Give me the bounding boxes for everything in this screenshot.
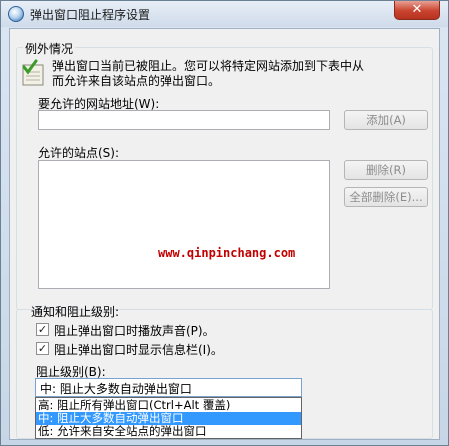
close-icon: ✕ [411, 2, 423, 17]
title-bar[interactable]: 弹出窗口阻止程序设置 ✕ [1, 1, 448, 27]
play-sound-label: 阻止弹出窗口时播放声音(P)。 [54, 324, 215, 338]
notification-legend: 通知和阻止级别: [31, 305, 120, 319]
blocking-level-selected: 中: 阻止大多数自动弹出窗口 [40, 382, 192, 396]
level-option-low[interactable]: 低: 允许来自安全站点的弹出窗口 [36, 425, 301, 438]
show-infobar-checkbox[interactable]: ✓ [36, 342, 49, 355]
internet-explorer-icon [8, 6, 24, 22]
remove-button[interactable]: 删除(R) [344, 160, 428, 180]
play-sound-option[interactable]: ✓ 阻止弹出窗口时播放声音(P)。 [36, 323, 296, 338]
close-button[interactable]: ✕ [394, 1, 440, 20]
add-button[interactable]: 添加(A) [344, 110, 428, 130]
checklist-info-icon [22, 59, 44, 86]
window-title: 弹出窗口阻止程序设置 [30, 8, 151, 22]
allowed-sites-label: 允许的站点(S): [38, 146, 120, 160]
allowed-sites-list[interactable] [38, 160, 330, 289]
exceptions-info-text: 弹出窗口当前已被阻止。您可以将特定网站添加到下表中从而允许来自该站点的弹出窗口。 [52, 59, 365, 88]
popup-blocker-settings-window: 弹出窗口阻止程序设置 ✕ 例外情况 弹出窗口当前已被阻止。您可以将特定网站添加到… [0, 0, 449, 446]
blocking-level-dropdown[interactable]: 高: 阻止所有弹出窗口(Ctrl+Alt 覆盖) 中: 阻止大多数自动弹出窗口 … [35, 397, 302, 439]
address-input[interactable] [38, 110, 330, 130]
watermark-text: www.qinpinchang.com [158, 246, 296, 260]
remove-all-button[interactable]: 全部删除(E)... [344, 187, 428, 207]
show-infobar-option[interactable]: ✓ 阻止弹出窗口时显示信息栏(I)。 [36, 342, 296, 357]
play-sound-checkbox[interactable]: ✓ [36, 323, 49, 336]
exceptions-legend: 例外情况 [23, 40, 76, 57]
show-infobar-label: 阻止弹出窗口时显示信息栏(I)。 [54, 343, 223, 357]
blocking-level-select[interactable]: 中: 阻止大多数自动弹出窗口 [35, 378, 302, 397]
